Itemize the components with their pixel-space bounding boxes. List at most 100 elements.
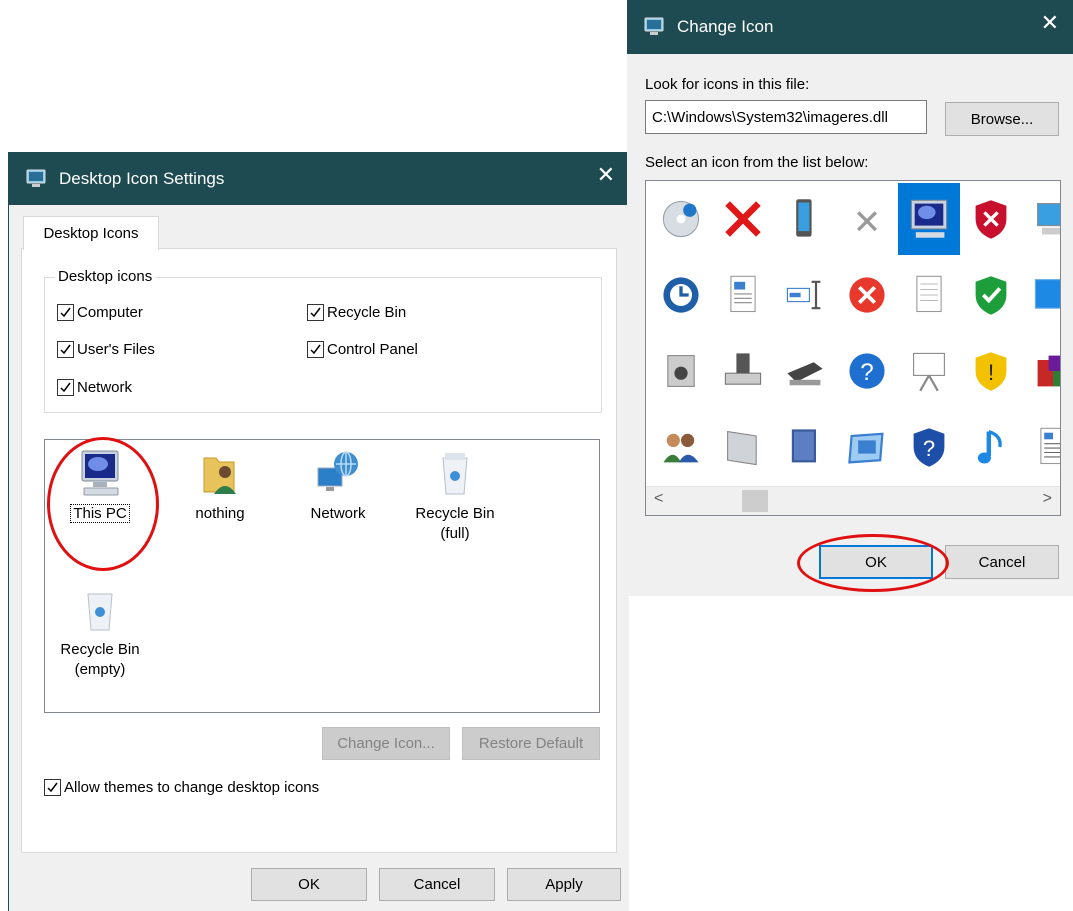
checkbox-label: User's Files [77, 341, 155, 358]
icon-cell[interactable] [712, 183, 774, 255]
icon-cell[interactable]: ? [898, 411, 960, 483]
checkbox-label: Control Panel [327, 341, 418, 358]
apply-button[interactable]: Apply [507, 868, 621, 901]
ok-button[interactable]: OK [251, 868, 367, 901]
chevron-right-icon[interactable]: > [1043, 490, 1052, 508]
check-icon [307, 341, 324, 358]
checkbox-label: Computer [77, 304, 143, 321]
icon-cell[interactable] [650, 183, 712, 255]
item-label: nothing [195, 505, 245, 522]
change-icon-button[interactable]: Change Icon... [322, 727, 450, 760]
icon-cell[interactable] [774, 411, 836, 483]
shield-red-x-icon [975, 200, 1007, 239]
checkbox-network[interactable]: Network [57, 379, 132, 396]
cancel-button[interactable]: Cancel [945, 545, 1059, 579]
media-player-icon [667, 355, 695, 387]
file-path-value: C:\Windows\System32\imageres.dll [652, 108, 888, 126]
screen-icon [1034, 279, 1060, 309]
icon-cell[interactable]: ! [960, 335, 1022, 407]
help-icon: ? [849, 353, 885, 389]
item-label: Recycle Bin (empty) [60, 641, 140, 678]
projector-icon [913, 352, 945, 392]
icon-cell[interactable] [712, 259, 774, 331]
icon-cell[interactable] [960, 259, 1022, 331]
user-folder-icon [203, 457, 236, 494]
browse-button[interactable]: Browse... [945, 102, 1059, 136]
icon-cell[interactable] [836, 183, 898, 255]
checkbox-recycle-bin[interactable]: Recycle Bin [307, 304, 406, 321]
title-bar: Change Icon ✕ [627, 0, 1073, 54]
horizontal-scrollbar[interactable]: < > [646, 486, 1060, 515]
scroll-thumb[interactable] [742, 490, 768, 512]
icon-cell[interactable] [712, 335, 774, 407]
music-note-icon [977, 430, 1002, 464]
icon-cell[interactable] [774, 183, 836, 255]
icon-cell[interactable] [650, 411, 712, 483]
phone-icon [796, 199, 812, 237]
list-item-recycle-bin-empty[interactable]: Recycle Bin (empty) [45, 584, 155, 680]
icon-cell[interactable] [712, 411, 774, 483]
icon-cell[interactable] [960, 183, 1022, 255]
cancel-button[interactable]: Cancel [379, 868, 495, 901]
restore-default-button[interactable]: Restore Default [462, 727, 600, 760]
icon-cell[interactable] [898, 183, 960, 255]
checkbox-control-panel[interactable]: Control Panel [307, 341, 418, 358]
desktop-icon-list[interactable]: This PC nothing Network Recycle Bin (ful… [44, 439, 600, 713]
icon-cell[interactable] [898, 259, 960, 331]
item-label: Network [310, 505, 366, 522]
apps-icon [1037, 355, 1060, 387]
icon-cell[interactable]: ? [836, 335, 898, 407]
svg-text:!: ! [988, 360, 994, 385]
list-item-this-pc[interactable]: This PC [45, 448, 155, 524]
shield-check-icon [975, 276, 1007, 315]
icon-cell[interactable] [650, 259, 712, 331]
look-for-label: Look for icons in this file: [645, 76, 810, 93]
svg-text:?: ? [860, 359, 873, 386]
chevron-left-icon[interactable]: < [654, 490, 663, 508]
blank-document-icon [916, 275, 942, 313]
list-item-network[interactable]: Network [283, 448, 393, 524]
icon-cell[interactable] [774, 259, 836, 331]
panel-icon [727, 430, 757, 466]
close-icon[interactable]: ✕ [1041, 10, 1059, 36]
check-icon [57, 379, 74, 396]
list-item-user-files[interactable]: nothing [165, 448, 275, 524]
icon-cell[interactable] [1022, 259, 1060, 331]
icon-grid[interactable]: ?!? < > [645, 180, 1061, 516]
desktop-icon-settings-dialog: Desktop Icon Settings ✕ Desktop Icons De… [8, 152, 629, 911]
text-document-icon [1040, 427, 1060, 465]
file-path-input[interactable]: C:\Windows\System32\imageres.dll [645, 100, 927, 134]
shield-warning-icon: ! [975, 352, 1007, 391]
icon-cell[interactable] [1022, 411, 1060, 483]
dialog-title: Change Icon [677, 17, 774, 36]
checkbox-computer[interactable]: Computer [57, 304, 143, 321]
icon-cell[interactable] [1022, 183, 1060, 255]
computer-icon [81, 450, 119, 496]
icon-cell[interactable] [1022, 335, 1060, 407]
tab-panel: Desktop icons Computer Recycle Bin User'… [21, 248, 617, 853]
close-icon[interactable]: ✕ [597, 162, 615, 188]
recycle-bin-empty-icon [87, 593, 113, 631]
title-bar: Desktop Icon Settings ✕ [9, 152, 629, 205]
icon-cell[interactable] [650, 335, 712, 407]
text-cursor-icon [786, 280, 821, 310]
computer-icon [1037, 203, 1060, 235]
shield-help-icon: ? [913, 428, 945, 467]
icon-cell[interactable] [774, 335, 836, 407]
tab-desktop-icons[interactable]: Desktop Icons [23, 216, 159, 250]
monitor-icon [910, 199, 948, 238]
icon-cell[interactable] [960, 411, 1022, 483]
icon-cell[interactable] [836, 259, 898, 331]
icon-cell[interactable] [898, 335, 960, 407]
checkbox-label: Allow themes to change desktop icons [64, 779, 320, 796]
checkbox-allow-themes[interactable]: Allow themes to change desktop icons [44, 779, 319, 796]
scanner-icon [787, 362, 823, 386]
list-item-recycle-bin-full[interactable]: Recycle Bin (full) [400, 448, 510, 544]
desktop-icons-group: Desktop icons Computer Recycle Bin User'… [44, 268, 602, 413]
checkbox-users-files[interactable]: User's Files [57, 341, 155, 358]
ok-button[interactable]: OK [819, 545, 933, 579]
drive-icon [724, 353, 762, 385]
checkbox-label: Network [77, 379, 133, 396]
cd-music-icon [662, 200, 700, 238]
icon-cell[interactable] [836, 411, 898, 483]
